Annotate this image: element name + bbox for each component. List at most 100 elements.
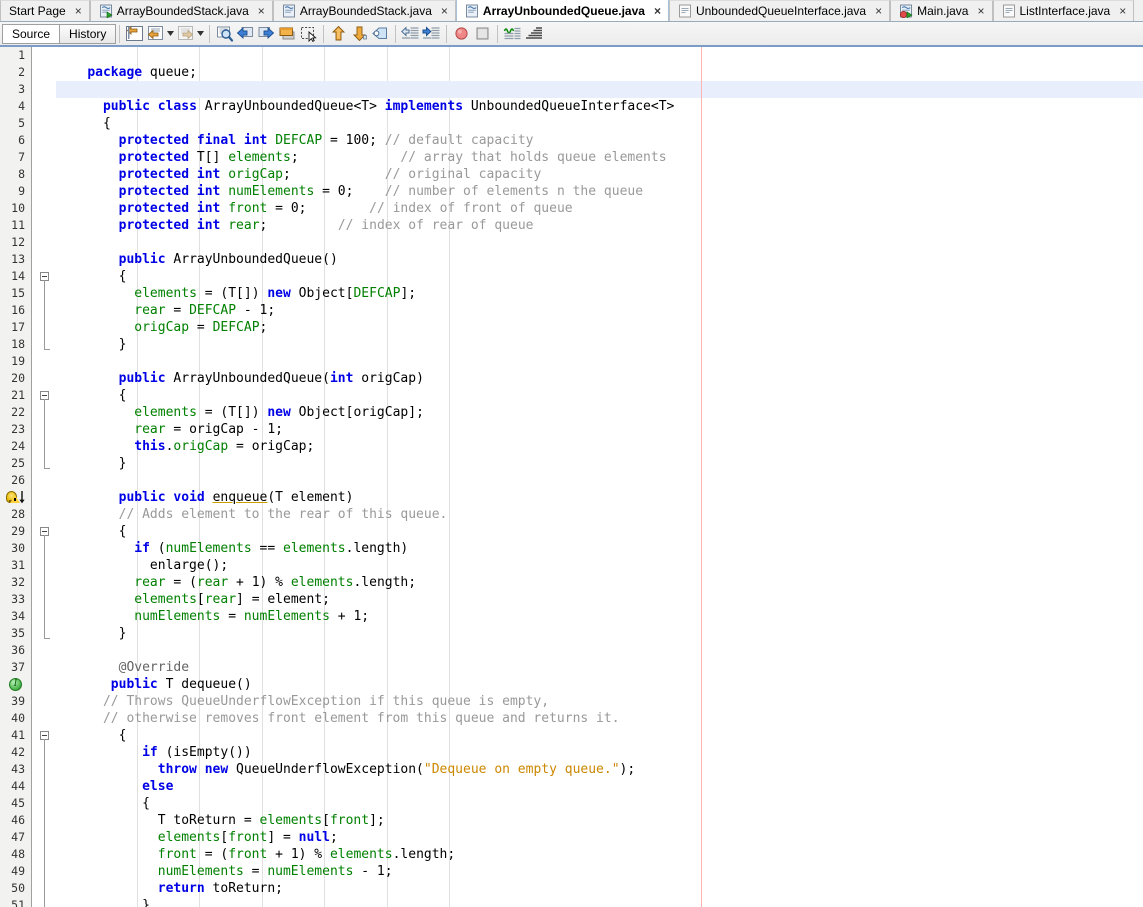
code-line[interactable]: 34 numElements = numElements + 1;: [0, 608, 1143, 625]
line-number: 15: [11, 286, 25, 300]
code-line[interactable]: 40 // otherwise removes front element fr…: [0, 710, 1143, 727]
toggle-highlight-icon[interactable]: [370, 23, 391, 44]
code-line[interactable]: 42 if (isEmpty()): [0, 744, 1143, 761]
next-bookmark-icon[interactable]: [256, 23, 277, 44]
toggle-rect-select-icon[interactable]: [298, 23, 319, 44]
code-line[interactable]: 7 protected T[] elements; // array that …: [0, 149, 1143, 166]
code-line[interactable]: 14 {: [0, 268, 1143, 285]
code-line[interactable]: 12: [0, 234, 1143, 251]
code-line[interactable]: 31 enlarge();: [0, 557, 1143, 574]
code-line[interactable]: 48 front = (front + 1) % elements.length…: [0, 846, 1143, 863]
code-line[interactable]: I public T dequeue(): [0, 676, 1143, 693]
stop-macro-recording-icon[interactable]: [472, 23, 493, 44]
code-lines-container[interactable]: 12 package queue; 3 4 public class ArrayUn…: [0, 47, 1143, 907]
shift-right-icon[interactable]: [421, 23, 442, 44]
editor-tab-arrayboundedstack-java[interactable]: ArrayBoundedStack.java ×: [89, 0, 273, 21]
tab-close-icon[interactable]: ×: [875, 5, 882, 17]
code-line[interactable]: 28 // Adds element to the rear of this q…: [0, 506, 1143, 523]
code-line[interactable]: 51 }: [0, 897, 1143, 907]
code-line[interactable]: 26: [0, 472, 1143, 489]
tab-close-icon[interactable]: ×: [654, 5, 661, 17]
tab-close-icon[interactable]: ×: [258, 5, 265, 17]
code-line[interactable]: 17 origCap = DEFCAP;: [0, 319, 1143, 336]
editor-tab-start-page[interactable]: Start Page ×: [0, 0, 90, 21]
tab-source[interactable]: Source: [2, 23, 61, 44]
warning-hint-bulb-icon[interactable]: [5, 490, 29, 505]
code-line[interactable]: 9 protected int numElements = 0; // numb…: [0, 183, 1143, 200]
code-line[interactable]: 1: [0, 47, 1143, 64]
editor-tab-main-java[interactable]: Main.java ×: [890, 0, 993, 21]
code-line[interactable]: 23 rear = origCap - 1;: [0, 421, 1143, 438]
code-line[interactable]: 18 }: [0, 336, 1143, 353]
toggle-bookmark-icon[interactable]: [277, 23, 298, 44]
uncomment-icon[interactable]: [523, 23, 544, 44]
code-line[interactable]: 21 {: [0, 387, 1143, 404]
code-line[interactable]: 33 elements[rear] = element;: [0, 591, 1143, 608]
tab-history[interactable]: History: [59, 23, 117, 44]
tab-close-icon[interactable]: ×: [1119, 5, 1126, 17]
code-line[interactable]: 11 protected int rear; // index of rear …: [0, 217, 1143, 234]
previous-error-icon[interactable]: [328, 23, 349, 44]
code-line[interactable]: 49 numElements = numElements - 1;: [0, 863, 1143, 880]
line-number: 35: [11, 626, 25, 640]
last-edit-icon[interactable]: [124, 23, 145, 44]
code-line[interactable]: 25 }: [0, 455, 1143, 472]
code-line[interactable]: 43 throw new QueueUnderflowException("De…: [0, 761, 1143, 778]
code-line[interactable]: 35 }: [0, 625, 1143, 642]
editor-tab-arrayboundedstack-java[interactable]: ArrayBoundedStack.java ×: [272, 0, 456, 21]
code-line[interactable]: 8 protected int origCap; // original cap…: [0, 166, 1143, 183]
comment-icon[interactable]: [502, 23, 523, 44]
back-dropdown-caret-icon[interactable]: [166, 23, 175, 44]
code-line[interactable]: 3: [0, 81, 1143, 98]
code-line[interactable]: 44 else: [0, 778, 1143, 795]
forward-icon[interactable]: [175, 23, 196, 44]
code-line[interactable]: 45 {: [0, 795, 1143, 812]
code-line[interactable]: public void enqueue(T element): [0, 489, 1143, 506]
tab-label: Start Page: [9, 4, 66, 18]
code-line[interactable]: 6 protected final int DEFCAP = 100; // d…: [0, 132, 1143, 149]
tab-close-icon[interactable]: ×: [441, 5, 448, 17]
implements-annotation-icon[interactable]: I: [5, 677, 29, 692]
back-icon[interactable]: [145, 23, 166, 44]
code-line[interactable]: 13 public ArrayUnboundedQueue(): [0, 251, 1143, 268]
code-line[interactable]: 2 package queue;: [0, 64, 1143, 81]
code-line[interactable]: 20 public ArrayUnboundedQueue(int origCa…: [0, 370, 1143, 387]
code-line[interactable]: 22 elements = (T[]) new Object[origCap];: [0, 404, 1143, 421]
code-line[interactable]: 19: [0, 353, 1143, 370]
forward-dropdown-caret-icon[interactable]: [196, 23, 205, 44]
editor-tab-unboundedqueueinterface-java[interactable]: UnboundedQueueInterface.java ×: [668, 0, 891, 21]
code-line[interactable]: 39 // Throws QueueUnderflowException if …: [0, 693, 1143, 710]
code-line[interactable]: 29 {: [0, 523, 1143, 540]
code-line[interactable]: 41 {: [0, 727, 1143, 744]
code-line[interactable]: 46 T toReturn = elements[front];: [0, 812, 1143, 829]
tab-close-icon[interactable]: ×: [75, 5, 82, 17]
previous-bookmark-icon[interactable]: [235, 23, 256, 44]
java-class-run-icon: [99, 4, 113, 19]
next-error-icon[interactable]: [349, 23, 370, 44]
code-text: elements = (T[]) new Object[DEFCAP];: [134, 286, 417, 301]
code-line[interactable]: 32 rear = (rear + 1) % elements.length;: [0, 574, 1143, 591]
code-line[interactable]: 16 rear = DEFCAP - 1;: [0, 302, 1143, 319]
fold-line: [44, 319, 45, 336]
code-line[interactable]: 50 return toReturn;: [0, 880, 1143, 897]
tab-close-icon[interactable]: ×: [977, 5, 984, 17]
editor-tab-arrayunboundedqueue-java[interactable]: ArrayUnboundedQueue.java ×: [455, 0, 669, 21]
code-line[interactable]: 37 @Override: [0, 659, 1143, 676]
code-line[interactable]: 10 protected int front = 0; // index of …: [0, 200, 1143, 217]
find-selection-icon[interactable]: [214, 23, 235, 44]
line-number: 40: [11, 711, 25, 725]
editor-tab-listinterface-java[interactable]: ListInterface.java ×: [992, 0, 1135, 21]
code-line[interactable]: 30 if (numElements == elements.length): [0, 540, 1143, 557]
code-line[interactable]: 24 this.origCap = origCap;: [0, 438, 1143, 455]
fold-line: [44, 829, 45, 846]
code-text: if (numElements == elements.length): [134, 541, 409, 556]
code-line[interactable]: 36: [0, 642, 1143, 659]
shift-left-icon[interactable]: [400, 23, 421, 44]
code-line[interactable]: 4 public class ArrayUnboundedQueue<T> im…: [0, 98, 1143, 115]
code-line[interactable]: 5 {: [0, 115, 1143, 132]
start-macro-recording-icon[interactable]: [451, 23, 472, 44]
code-line[interactable]: 15 elements = (T[]) new Object[DEFCAP];: [0, 285, 1143, 302]
code-text: {: [56, 728, 127, 743]
code-line[interactable]: 47 elements[front] = null;: [0, 829, 1143, 846]
code-editor[interactable]: 12 package queue; 3 4 public class ArrayUn…: [0, 47, 1143, 907]
